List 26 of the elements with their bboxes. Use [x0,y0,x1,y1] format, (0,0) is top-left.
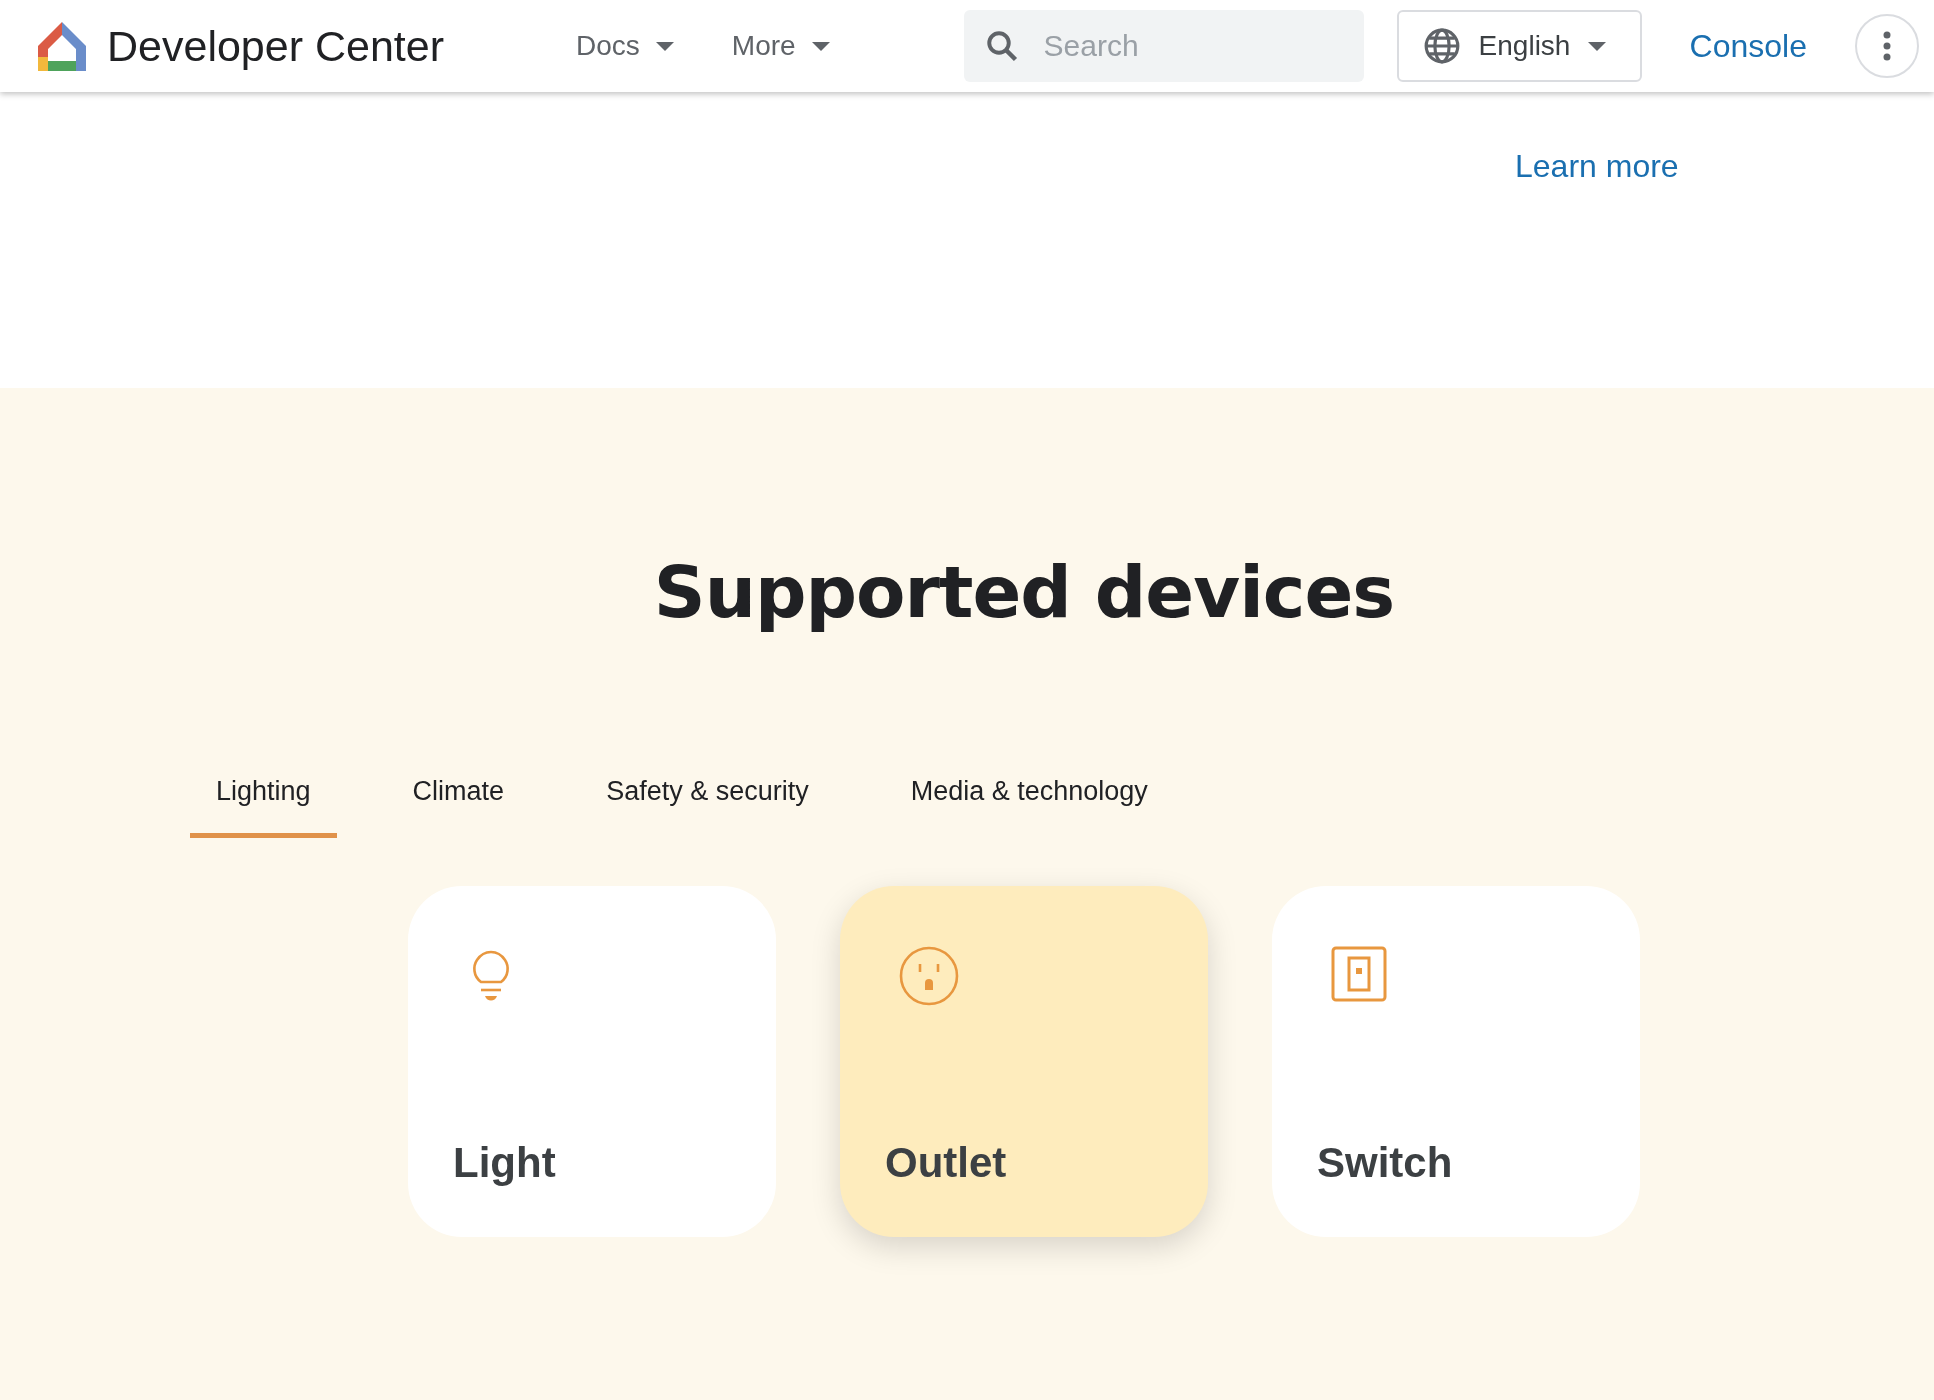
category-tab[interactable]: Media & technology [884,764,1174,838]
search-field[interactable]: Search [963,10,1364,82]
learn-more-link[interactable]: Learn more [1515,148,1679,188]
nav-dropdown[interactable]: Docs [572,26,678,66]
console-link[interactable]: Console [1689,27,1807,65]
house-logo-icon[interactable] [35,19,89,73]
device-name: Light [453,1139,556,1187]
wall-switch-icon [1331,946,1387,1002]
device-name: Switch [1317,1139,1453,1187]
category-tab[interactable]: Climate [386,764,531,838]
site-title[interactable]: Developer Center [107,21,444,71]
device-card[interactable]: Light [408,886,776,1237]
globe-icon [1422,27,1461,65]
device-name: Outlet [885,1139,1007,1187]
device-card[interactable]: Outlet [840,886,1208,1237]
caret-icon [655,41,674,51]
caret-icon [1588,41,1607,51]
nav-dropdown[interactable]: More [727,26,834,66]
more-vertical-icon [1882,31,1892,61]
section-heading: Supported devices [653,550,1395,634]
category-tab[interactable]: Lighting [190,764,337,838]
language-dropdown[interactable]: English [1396,10,1642,82]
outlet-icon [899,946,959,1006]
caret-icon [811,41,830,51]
device-card[interactable]: Switch [1272,886,1640,1237]
category-tab[interactable]: Safety & security [580,764,835,838]
